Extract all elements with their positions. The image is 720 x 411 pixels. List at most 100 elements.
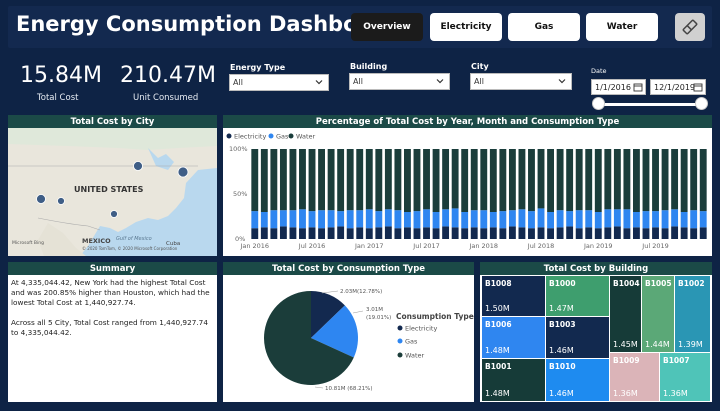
bar-segment-water[interactable] [451, 149, 459, 209]
bar-segment-gas[interactable] [690, 210, 698, 229]
bar-segment-water[interactable] [318, 149, 325, 211]
bar-segment-electricity[interactable] [260, 227, 268, 239]
bar-segment-water[interactable] [556, 149, 564, 211]
date-slider-start-handle[interactable] [592, 97, 605, 110]
tab-gas[interactable]: Gas [508, 13, 580, 41]
treemap-tile-b1000[interactable]: B1000 1.47M [546, 276, 609, 316]
bar-segment-water[interactable] [384, 149, 392, 210]
bar-segment-gas[interactable] [699, 211, 707, 228]
bar-segment-water[interactable] [623, 149, 631, 210]
tab-overview[interactable]: Overview [351, 13, 423, 41]
bar-segment-gas[interactable] [623, 209, 631, 229]
bar-segment-electricity[interactable] [537, 227, 545, 239]
bar-segment-electricity[interactable] [327, 227, 335, 239]
bar-segment-electricity[interactable] [518, 227, 526, 239]
bar-segment-electricity[interactable] [680, 227, 688, 239]
bar-segment-water[interactable] [528, 149, 535, 212]
bar-segment-water[interactable] [432, 149, 440, 212]
bar-segment-gas[interactable] [680, 212, 688, 228]
treemap-tile-b1003[interactable]: B1003 1.46M [546, 317, 609, 358]
bar-segment-gas[interactable] [327, 210, 335, 228]
bar-segment-water[interactable] [508, 149, 516, 211]
bar-segment-gas[interactable] [384, 209, 392, 227]
bar-segment-water[interactable] [547, 149, 554, 212]
bar-segment-electricity[interactable] [480, 228, 488, 239]
bar-segment-electricity[interactable] [375, 227, 383, 239]
energy-type-dropdown[interactable]: All [229, 74, 329, 91]
bar-segment-water[interactable] [299, 149, 306, 210]
bar-segment-water[interactable] [690, 149, 698, 211]
bar-segment-gas[interactable] [508, 210, 516, 227]
bar-segment-gas[interactable] [556, 210, 564, 228]
bar-segment-water[interactable] [461, 149, 469, 212]
bar-segment-electricity[interactable] [613, 226, 621, 239]
bar-segment-gas[interactable] [642, 211, 650, 229]
bar-segment-electricity[interactable] [432, 228, 440, 239]
city-dropdown[interactable]: All [470, 73, 572, 90]
bar-segment-water[interactable] [404, 149, 411, 212]
bar-segment-gas[interactable] [451, 208, 459, 228]
bar-segment-water[interactable] [680, 149, 688, 212]
end-date-input[interactable]: 12/1/2019 [650, 79, 706, 95]
bar-segment-electricity[interactable] [356, 227, 364, 239]
bar-segment-electricity[interactable] [461, 228, 469, 239]
bar-segment-gas[interactable] [432, 212, 440, 229]
bar-segment-gas[interactable] [356, 210, 364, 228]
bar-segment-gas[interactable] [375, 211, 383, 228]
bar-segment-electricity[interactable] [547, 228, 554, 239]
stacked-bar-chart[interactable]: Electricity Gas Water 100% 50% 0% Jan 20… [223, 128, 712, 256]
bar-segment-water[interactable] [489, 149, 497, 212]
bar-segment-gas[interactable] [470, 210, 478, 228]
bar-segment-water[interactable] [613, 149, 621, 210]
treemap-tile-b1004[interactable]: B1004 1.45M [610, 276, 641, 352]
bar-segment-electricity[interactable] [451, 227, 459, 239]
bar-segment-gas[interactable] [594, 212, 602, 229]
bar-segment-gas[interactable] [279, 210, 287, 227]
bar-segment-electricity[interactable] [633, 227, 640, 239]
bar-segment-gas[interactable] [537, 208, 545, 228]
bar-segment-gas[interactable] [604, 209, 612, 228]
bar-segment-water[interactable] [518, 149, 526, 210]
bar-segment-gas[interactable] [251, 211, 259, 229]
bar-segment-water[interactable] [575, 149, 583, 211]
bar-segment-electricity[interactable] [623, 228, 631, 239]
bar-segment-electricity[interactable] [413, 228, 421, 239]
bar-segment-gas[interactable] [318, 210, 325, 229]
treemap-tile-b1002[interactable]: B1002 1.39M [675, 276, 710, 352]
bar-segment-water[interactable] [470, 149, 478, 211]
building-dropdown[interactable]: All [349, 73, 450, 90]
bar-segment-water[interactable] [585, 149, 593, 211]
date-slider-track[interactable] [598, 103, 702, 106]
bar-segment-gas[interactable] [575, 210, 583, 229]
bar-segment-gas[interactable] [566, 211, 574, 227]
bar-segment-gas[interactable] [289, 210, 297, 228]
bar-segment-gas[interactable] [346, 210, 354, 229]
bar-segment-gas[interactable] [461, 212, 469, 229]
city-bubble-chicago[interactable] [133, 161, 143, 171]
bar-segment-water[interactable] [394, 149, 402, 211]
treemap-tile-b1007[interactable]: B1007 1.36M [660, 353, 710, 401]
bar-segment-electricity[interactable] [575, 228, 583, 239]
bar-segment-gas[interactable] [613, 209, 621, 227]
bar-segment-gas[interactable] [337, 211, 345, 227]
clear-filters-button[interactable] [675, 13, 705, 41]
bar-segment-water[interactable] [279, 149, 287, 211]
city-bubble-los-angeles[interactable] [36, 194, 46, 204]
bar-segment-water[interactable] [652, 149, 659, 212]
treemap-chart[interactable]: B1008 1.50M B1000 1.47M B1004 1.45M B1005 1.… [482, 276, 710, 401]
bar-segment-electricity[interactable] [690, 228, 698, 239]
bar-segment-gas[interactable] [547, 212, 554, 229]
bar-segment-gas[interactable] [365, 209, 373, 229]
bar-segment-electricity[interactable] [489, 227, 497, 239]
bar-segment-gas[interactable] [394, 210, 402, 229]
bar-segment-electricity[interactable] [299, 228, 306, 239]
bar-segment-water[interactable] [594, 149, 602, 212]
pie-chart[interactable]: 2.03M (12.78%) 3.01M (19.01%) 10.81M (68… [223, 275, 474, 402]
bar-segment-electricity[interactable] [346, 228, 354, 239]
date-slider-end-handle[interactable] [695, 97, 708, 110]
bar-segment-electricity[interactable] [652, 227, 659, 239]
bar-segment-gas[interactable] [633, 212, 640, 228]
bar-segment-electricity[interactable] [604, 227, 612, 239]
bar-segment-electricity[interactable] [642, 228, 650, 239]
bar-segment-gas[interactable] [260, 212, 268, 228]
